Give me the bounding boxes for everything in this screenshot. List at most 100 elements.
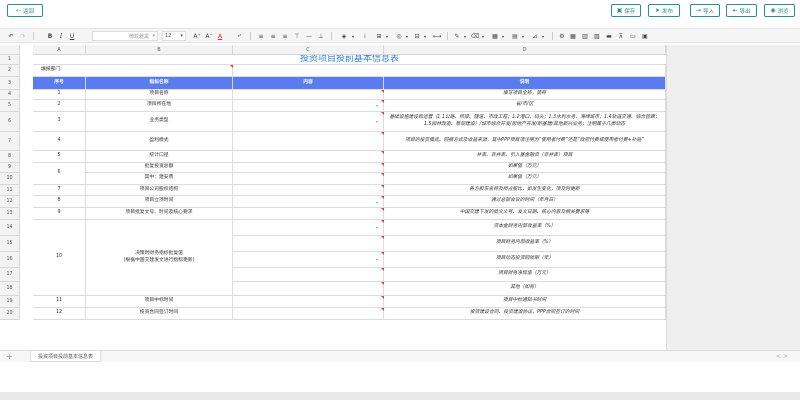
- preview-button[interactable]: ◉ 浏览: [764, 4, 795, 17]
- row-header[interactable]: 1: [0, 55, 20, 65]
- row-header[interactable]: 18: [0, 282, 20, 296]
- content-input-cell[interactable]: [233, 185, 384, 196]
- row-header[interactable]: 20: [0, 308, 20, 320]
- content-input-cell[interactable]: [233, 252, 384, 268]
- redo-icon[interactable]: ↷: [18, 31, 28, 41]
- font-grow-button[interactable]: A⁺: [192, 31, 202, 41]
- font-family-select[interactable]: 微软雅黑 ▾: [92, 31, 158, 41]
- chevron-down-icon[interactable]: ▾: [404, 31, 410, 41]
- dropdown-arrow-icon[interactable]: ▾: [376, 200, 378, 205]
- fill-color-icon[interactable]: ◈: [338, 31, 350, 41]
- row-header[interactable]: 2: [0, 65, 20, 77]
- row-header[interactable]: 17: [0, 268, 20, 282]
- row-header[interactable]: 8: [0, 151, 20, 163]
- content-input-cell[interactable]: [233, 196, 384, 208]
- row-header[interactable]: 12: [0, 196, 20, 208]
- row-header[interactable]: 10: [0, 173, 20, 185]
- format-painter-icon[interactable]: ✎: [452, 31, 462, 41]
- publish-button[interactable]: ➤ 发布: [648, 4, 680, 17]
- row-header[interactable]: 9: [0, 163, 20, 173]
- chevron-down-icon[interactable]: ▾: [480, 31, 486, 41]
- export-button[interactable]: ⇤ 导出: [726, 4, 757, 17]
- content-input-cell[interactable]: [233, 163, 384, 173]
- add-sheet-button[interactable]: +: [6, 352, 13, 361]
- visibility-icon[interactable]: ◎: [394, 31, 404, 41]
- image-icon[interactable]: ▨: [592, 31, 602, 41]
- column-header-d[interactable]: D: [384, 45, 666, 55]
- row-header[interactable]: 5: [0, 100, 20, 112]
- settings-icon[interactable]: ⚙: [557, 31, 567, 41]
- chevron-down-icon[interactable]: ▾: [384, 31, 390, 41]
- dropdown-arrow-icon[interactable]: ▾: [376, 119, 378, 124]
- dropdown-arrow-icon[interactable]: ▾: [376, 257, 378, 262]
- sort-icon[interactable]: ⊼: [616, 31, 626, 41]
- row-header[interactable]: 14: [0, 220, 20, 236]
- font-shrink-button[interactable]: A⁻: [204, 31, 214, 41]
- chevron-down-icon[interactable]: ▾: [462, 31, 468, 41]
- row-header[interactable]: 3: [0, 77, 20, 90]
- grid-icon[interactable]: ▦: [568, 31, 578, 41]
- align-bottom-icon[interactable]: ⊥: [316, 31, 326, 41]
- content-input-cell[interactable]: [233, 308, 384, 320]
- import-button[interactable]: ⇥ 导入: [690, 4, 720, 17]
- italic-button[interactable]: I: [56, 31, 66, 41]
- column-header-a[interactable]: A: [33, 45, 86, 55]
- column-header-b[interactable]: B: [86, 45, 233, 55]
- row-header[interactable]: 19: [0, 296, 20, 308]
- chevron-down-icon[interactable]: ▾: [422, 31, 428, 41]
- content-input-cell[interactable]: [233, 173, 384, 185]
- content-input-cell[interactable]: [233, 208, 384, 220]
- content-input-cell[interactable]: [233, 151, 384, 163]
- dropdown-arrow-icon[interactable]: ▾: [376, 225, 378, 230]
- print-icon[interactable]: ▣: [640, 31, 650, 41]
- chevron-down-icon[interactable]: ▾: [520, 31, 526, 41]
- align-right-icon[interactable]: ≡: [280, 31, 290, 41]
- content-input-cell[interactable]: [233, 112, 384, 132]
- back-button[interactable]: ⇠ 返回: [7, 4, 43, 17]
- align-top-icon[interactable]: ⊤: [292, 31, 302, 41]
- row-header[interactable]: 6: [0, 112, 20, 132]
- spreadsheet-grid[interactable]: A B C D 1 2 3 4 5 6 7 8 9 10 11 12 13 14 15 16 17 18 19 20 投资项目投…: [0, 45, 800, 350]
- merge-cells-icon[interactable]: ⊟: [412, 31, 422, 41]
- chart-icon[interactable]: ▦: [490, 31, 500, 41]
- freeze-icon[interactable]: ▥: [580, 31, 590, 41]
- row-header[interactable]: 15: [0, 236, 20, 252]
- content-input-cell[interactable]: [233, 268, 384, 282]
- chevron-down-icon[interactable]: ▾: [350, 31, 356, 41]
- align-left-icon[interactable]: ≡: [256, 31, 266, 41]
- align-center-icon[interactable]: ≡: [268, 31, 278, 41]
- comment-icon[interactable]: ▭: [628, 31, 638, 41]
- content-input-cell[interactable]: [233, 282, 384, 296]
- content-input-cell[interactable]: [233, 236, 384, 252]
- content-input-cell[interactable]: [233, 296, 384, 308]
- font-size-select[interactable]: 12 ▾: [162, 31, 186, 41]
- font-color-button[interactable]: A: [215, 31, 225, 41]
- align-middle-icon[interactable]: —: [304, 31, 314, 41]
- insert-row-icon[interactable]: ▬: [604, 31, 614, 41]
- content-input-cell[interactable]: [233, 220, 384, 236]
- fill-dept-input[interactable]: [233, 65, 666, 77]
- text-format-icon[interactable]: ⁞: [360, 31, 370, 41]
- row-header[interactable]: 13: [0, 208, 20, 220]
- clear-format-icon[interactable]: ⌫: [470, 31, 480, 41]
- row-header[interactable]: 7: [0, 132, 20, 151]
- content-input-cell[interactable]: [233, 100, 384, 112]
- bold-button[interactable]: B: [45, 31, 55, 41]
- chevron-down-icon[interactable]: ▾: [540, 31, 546, 41]
- corner-cell[interactable]: [0, 45, 20, 55]
- column-header-c[interactable]: C: [233, 45, 384, 55]
- row-header[interactable]: 16: [0, 252, 20, 268]
- row-header[interactable]: 4: [0, 90, 20, 100]
- content-input-cell[interactable]: [233, 90, 384, 100]
- dropdown-arrow-icon[interactable]: ▾: [376, 103, 378, 108]
- sheet-tab-active[interactable]: 投资项目投前基本信息表: [30, 351, 102, 362]
- row-header[interactable]: 11: [0, 185, 20, 196]
- content-input-cell[interactable]: [233, 132, 384, 151]
- undo-icon[interactable]: ↶: [6, 31, 16, 41]
- table-icon[interactable]: ▤: [510, 31, 520, 41]
- sheet-tab-nav[interactable]: < >: [776, 353, 788, 360]
- border-icon[interactable]: ⊞: [374, 31, 384, 41]
- save-button[interactable]: ▣ 保存: [611, 4, 641, 17]
- expand-icon[interactable]: ⟷: [432, 31, 442, 41]
- filter-icon[interactable]: ⊿: [530, 31, 540, 41]
